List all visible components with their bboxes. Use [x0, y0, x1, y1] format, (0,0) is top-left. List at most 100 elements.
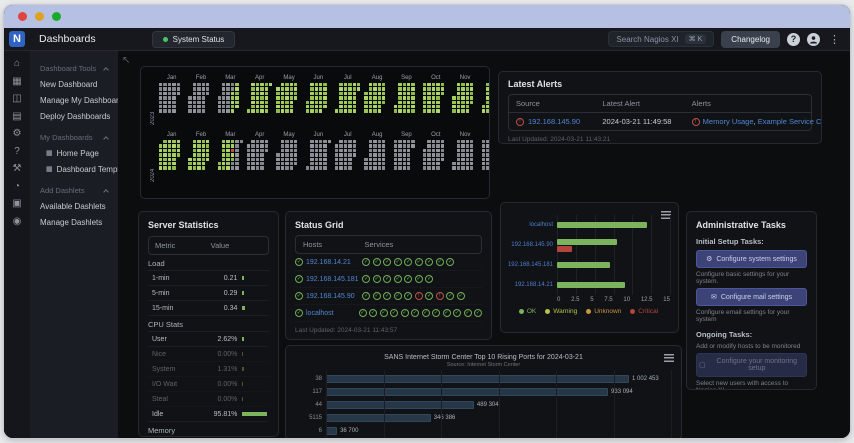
heatmap-cell[interactable]	[222, 96, 226, 100]
heatmap-cell[interactable]	[470, 153, 474, 157]
heatmap-cell[interactable]	[314, 161, 318, 166]
heatmap-cell[interactable]	[172, 104, 176, 109]
heatmap-cell[interactable]	[406, 91, 411, 96]
heatmap-cell[interactable]	[381, 144, 386, 148]
heatmap-cell[interactable]	[293, 87, 298, 91]
heatmap-cell[interactable]	[192, 87, 197, 91]
heatmap-cell[interactable]	[402, 148, 406, 153]
heatmap-cell[interactable]	[201, 166, 205, 170]
heatmap-cell[interactable]	[188, 161, 192, 166]
heatmap-cell[interactable]	[486, 161, 489, 166]
heatmap-cell[interactable]	[393, 144, 398, 148]
heatmap-cell[interactable]	[431, 161, 436, 166]
heatmap-cell[interactable]	[289, 100, 293, 104]
heatmap-cell[interactable]	[398, 153, 402, 157]
heatmap-cell[interactable]	[314, 157, 318, 161]
heatmap-cell[interactable]	[293, 83, 298, 87]
heatmap-cell[interactable]	[423, 161, 427, 166]
heatmap-cell[interactable]	[323, 96, 327, 100]
heatmap-cell[interactable]	[436, 144, 440, 148]
heatmap-cell[interactable]	[217, 109, 222, 113]
heatmap-cell[interactable]	[255, 87, 260, 91]
heatmap-cell[interactable]	[323, 87, 327, 91]
traffic-light-close-button[interactable]	[18, 12, 27, 21]
heatmap-cell[interactable]	[343, 148, 348, 153]
heatmap-cell[interactable]	[339, 100, 343, 104]
heatmap-cell[interactable]	[461, 104, 465, 109]
modules-icon[interactable]: ▦	[12, 76, 21, 87]
heatmap-cell[interactable]	[465, 91, 469, 96]
heatmap-cell[interactable]	[172, 166, 176, 170]
heatmap-cell[interactable]	[285, 144, 289, 148]
heatmap-cell[interactable]	[163, 109, 167, 113]
service-ok-icon[interactable]: ✓	[425, 275, 434, 283]
heatmap-cell[interactable]	[456, 153, 461, 157]
heatmap-cell[interactable]	[465, 153, 469, 157]
sidebar-item-dashboard-template[interactable]: ▦Dashboard Template	[40, 161, 118, 177]
heatmap-cell[interactable]	[348, 96, 352, 100]
heatmap-cell[interactable]	[427, 83, 431, 87]
heatmap-cell[interactable]	[323, 157, 327, 161]
heatmap-cell[interactable]	[461, 109, 465, 113]
heatmap-cell[interactable]	[226, 96, 230, 100]
heatmap-cell[interactable]	[280, 83, 285, 87]
heatmap-cell[interactable]	[264, 104, 268, 109]
sidebar-item-available-dashlets[interactable]: Available Dashlets	[40, 198, 112, 214]
heatmap-cell[interactable]	[310, 161, 314, 166]
heatmap-cell[interactable]	[163, 157, 167, 161]
heatmap-cell[interactable]	[264, 91, 268, 96]
service-ok-icon[interactable]: ✓	[421, 309, 430, 317]
heatmap-cell[interactable]	[373, 144, 377, 148]
heatmap-cell[interactable]	[481, 161, 486, 166]
heatmap-cell[interactable]	[280, 157, 285, 161]
heatmap-cell[interactable]	[343, 153, 348, 157]
heatmap-cell[interactable]	[235, 100, 239, 104]
heatmap-cell[interactable]	[323, 104, 327, 109]
heatmap-cell[interactable]	[230, 91, 235, 96]
heatmap-cell[interactable]	[381, 96, 386, 100]
heatmap-cell[interactable]	[436, 109, 440, 113]
bar-ok[interactable]	[557, 262, 610, 268]
heatmap-cell[interactable]	[172, 100, 176, 104]
heatmap-cell[interactable]	[188, 104, 192, 109]
heatmap-cell[interactable]	[436, 91, 440, 96]
heatmap-cell[interactable]	[423, 157, 427, 161]
heatmap-cell[interactable]	[377, 91, 381, 96]
heatmap-cell[interactable]	[163, 140, 167, 144]
heatmap-cell[interactable]	[381, 140, 386, 144]
heatmap-cell[interactable]	[335, 109, 339, 113]
alert-service-link[interactable]: Example Service Check	[758, 117, 821, 126]
heatmap-cell[interactable]	[427, 91, 431, 96]
heatmap-cell[interactable]	[461, 140, 465, 144]
heatmap-cell[interactable]	[406, 148, 411, 153]
heatmap-cell[interactable]	[486, 153, 489, 157]
heatmap-cell[interactable]	[373, 104, 377, 109]
heatmap-cell[interactable]	[197, 166, 201, 170]
heatmap-cell[interactable]	[427, 157, 431, 161]
heatmap-cell[interactable]	[352, 96, 357, 100]
heatmap-cell[interactable]	[280, 144, 285, 148]
heatmap-cell[interactable]	[318, 157, 323, 161]
heatmap-cell[interactable]	[323, 166, 327, 170]
heatmap-cell[interactable]	[368, 100, 373, 104]
heatmap-cell[interactable]	[368, 104, 373, 109]
heatmap-cell[interactable]	[323, 144, 327, 148]
heatmap-cell[interactable]	[402, 166, 406, 170]
heatmap-cell[interactable]	[201, 83, 205, 87]
heatmap-cell[interactable]	[436, 96, 440, 100]
service-ok-icon[interactable]: ✓	[383, 275, 392, 283]
heatmap-cell[interactable]	[427, 144, 431, 148]
admin-button-mail[interactable]: ✉ Configure mail settings	[696, 288, 807, 306]
heatmap-cell[interactable]	[247, 157, 251, 161]
sidebar-section-0[interactable]: Dashboard Tools	[40, 61, 112, 76]
heatmap-cell[interactable]	[235, 153, 239, 157]
heatmap-cell[interactable]	[393, 104, 398, 109]
heatmap-cell[interactable]	[406, 157, 411, 161]
heatmap-cell[interactable]	[230, 157, 235, 161]
heatmap-cell[interactable]	[167, 140, 172, 144]
heatmap-cell[interactable]	[364, 91, 368, 96]
heatmap-cell[interactable]	[217, 161, 222, 166]
heatmap-cell[interactable]	[310, 104, 314, 109]
service-ok-icon[interactable]: ✓	[453, 309, 461, 317]
heatmap-cell[interactable]	[276, 161, 280, 166]
